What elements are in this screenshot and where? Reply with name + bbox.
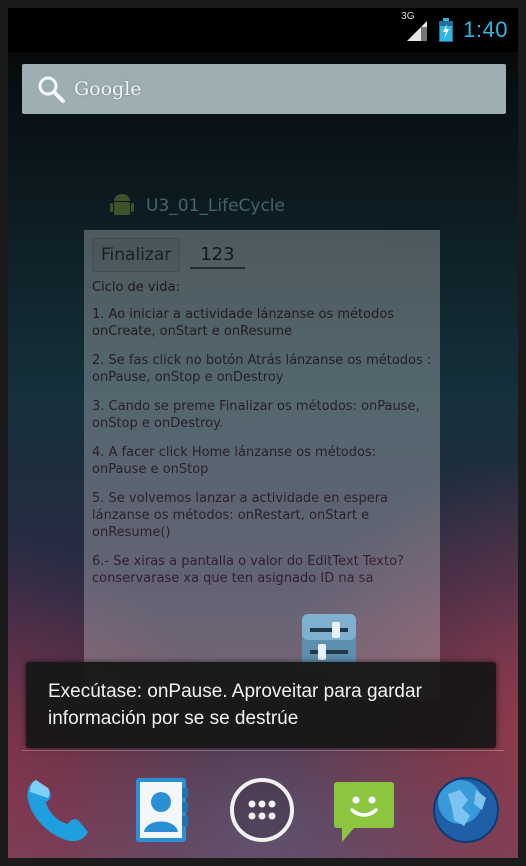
battery-icon [439,18,454,42]
browser-icon[interactable] [426,770,506,850]
phone-icon[interactable] [18,770,98,850]
clock: 1:40 [463,17,508,42]
lifecycle-paragraph: 3. Cando se preme Finalizar os métodos: … [92,399,420,431]
status-icons: 3G 1:40 [401,8,508,52]
app-content: Finalizar 123 Ciclo de vida: 1. Ao inici… [84,230,440,700]
google-search-bar[interactable]: Google [22,64,506,114]
number-input[interactable]: 123 [190,242,245,269]
search-icon [36,74,66,104]
lifecycle-paragraph: 6.- Se xiras a pantalla o valor do EditT… [92,554,404,586]
finalizar-button[interactable]: Finalizar [92,238,181,272]
lifecycle-paragraph: 5. Se volvemos lanzar a actividade en es… [92,491,389,540]
search-label: Google [74,78,142,100]
status-bar: 3G 1:40 [8,8,518,52]
control-row: Finalizar 123 [84,230,440,276]
phone-screen: 3G 1:40 Google U3_01_LifeCycle Finalizar… [8,8,518,858]
dock [8,760,518,858]
lifecycle-paragraph: 1. Ao iniciar a actividade lánzanse os m… [92,307,395,339]
people-icon[interactable] [120,770,200,850]
android-icon [108,192,136,220]
network-type-label: 3G [401,11,415,22]
background-app-preview: U3_01_LifeCycle Finalizar 123 Ciclo de v… [8,178,518,700]
lifecycle-paragraph: 4. A facer click Home lánzanse os método… [92,445,377,477]
app-title: U3_01_LifeCycle [146,196,285,216]
dock-divider [22,750,504,751]
app-title-bar: U3_01_LifeCycle [108,192,285,220]
apps-icon[interactable] [222,770,302,850]
signal-icon: 3G [401,11,429,43]
messaging-icon[interactable] [324,770,404,850]
toast-notification: Execútase: onPause. Aproveitar para gard… [26,662,496,748]
toast-message: Execútase: onPause. Aproveitar para gard… [48,681,422,729]
lifecycle-heading: Ciclo de vida: [92,280,180,295]
lifecycle-paragraph: 2. Se fas click no botón Atrás lánzanse … [92,353,432,385]
